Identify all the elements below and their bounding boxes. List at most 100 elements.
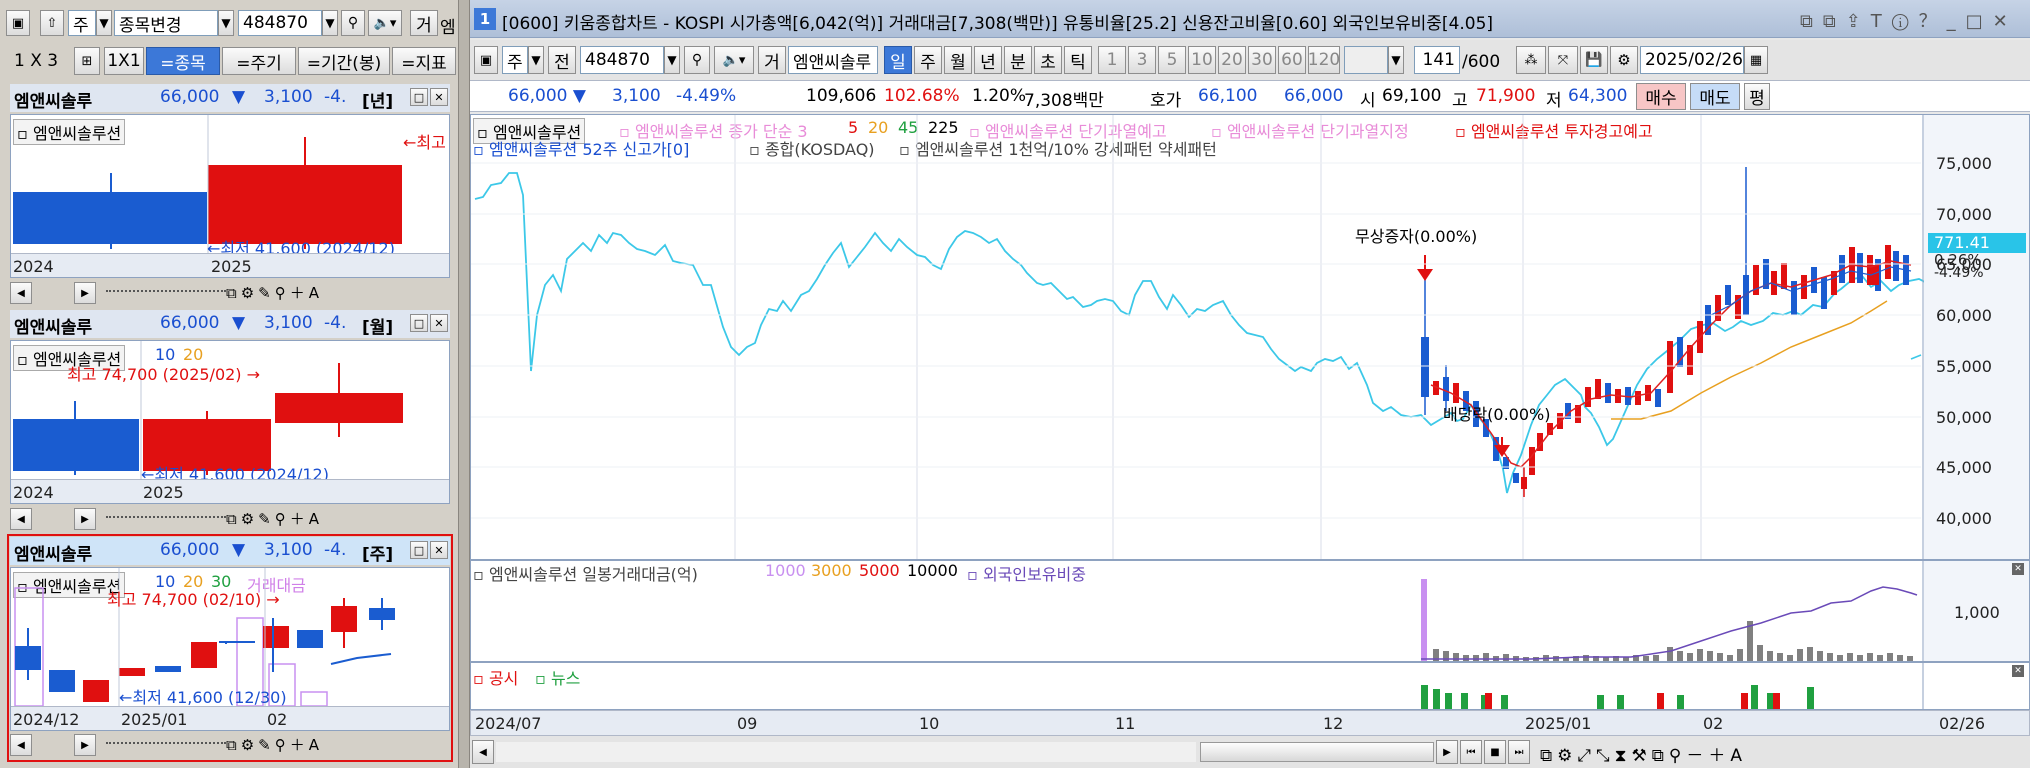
scroll-left-icon[interactable]: ◀: [10, 282, 32, 304]
period-sync-button[interactable]: =주기: [222, 47, 296, 75]
period-week-button[interactable]: 주: [914, 46, 942, 74]
interval-button-120[interactable]: 120: [1308, 46, 1340, 74]
prev-button[interactable]: 전: [548, 46, 576, 74]
stock-name-field[interactable]: 엠앤씨솔루: [788, 46, 878, 74]
scroll-left-icon[interactable]: ◀: [10, 734, 32, 756]
panel-monthly-chart[interactable]: ▫ 엠앤씨솔루션 10 20 최고 74,700 (2025/02) → ←최저…: [10, 340, 450, 504]
window-control-icons[interactable]: ⧉⧉⇪Tⓘ？_□✕: [1800, 7, 2018, 33]
panel-monthly-scroll[interactable]: ◀ ▶ ⧉⚙✎⚲＋A: [10, 506, 450, 532]
date-input[interactable]: 2025/02/26: [1640, 46, 1744, 74]
scroll-thumb[interactable]: [1200, 742, 1434, 762]
mode-extra-text: 엠: [440, 18, 456, 38]
speaker-icon[interactable]: 🔈▾: [714, 46, 754, 74]
maximize-icon[interactable]: □: [410, 314, 428, 332]
interval-button-20[interactable]: 20: [1218, 46, 1246, 74]
window-icon-button[interactable]: ▣: [6, 10, 30, 36]
pane-close-icon[interactable]: ✕: [2012, 665, 2024, 677]
code-dropdown-icon[interactable]: ▼: [664, 46, 680, 74]
maximize-icon[interactable]: □: [410, 88, 428, 106]
market-dropdown-icon[interactable]: ▼: [96, 10, 112, 36]
scroll-right-icon[interactable]: ▶: [74, 734, 96, 756]
close-icon[interactable]: ✕: [430, 88, 448, 106]
maximize-icon[interactable]: □: [410, 541, 428, 559]
code-dropdown-icon[interactable]: ▼: [322, 10, 338, 36]
code-input[interactable]: 484870: [580, 46, 664, 74]
sell-button[interactable]: 매도: [1690, 83, 1740, 110]
panel-stock-name: 엠앤씨솔루: [14, 545, 93, 565]
scroll-right-icon[interactable]: ▶: [1436, 740, 1458, 764]
speaker-icon[interactable]: 🔈▾: [368, 10, 402, 36]
crosshair-icon[interactable]: ⤧: [1548, 46, 1578, 74]
market-select[interactable]: 주: [68, 10, 96, 36]
code-input[interactable]: 484870: [238, 10, 322, 36]
zoom-slider[interactable]: [106, 516, 226, 522]
panel-pct: -4.: [324, 313, 347, 333]
tool-icons[interactable]: ⧉⚙✎⚲＋A: [226, 508, 323, 529]
code-change-dropdown-icon[interactable]: ▼: [218, 10, 234, 36]
chart-tool-icons[interactable]: ⧉⚙⤢⤡⧗⚒⧉⚲－＋A: [1540, 741, 1747, 766]
bar-count-input[interactable]: 141: [1414, 46, 1460, 74]
period-year-button[interactable]: 년: [974, 46, 1002, 74]
scroll-right-icon[interactable]: ▶: [74, 508, 96, 530]
flat-button[interactable]: 평: [1744, 83, 1770, 110]
price-down-icon: ▼: [232, 313, 246, 333]
calendar-icon[interactable]: ▦: [1744, 46, 1768, 74]
play-forward-icon[interactable]: ⏭: [1508, 740, 1530, 764]
pane-close-icon[interactable]: ✕: [2012, 563, 2024, 575]
search-icon[interactable]: ⚲: [341, 10, 365, 36]
overlay-icon[interactable]: ⁂: [1516, 46, 1546, 74]
stock-sync-button[interactable]: =종목: [146, 47, 220, 75]
code-change-select[interactable]: 종목변경: [114, 10, 218, 36]
pin-icon-button[interactable]: ⇧: [40, 10, 64, 36]
price-chart[interactable]: ▫ 엠앤씨솔루션 ▫ 엠앤씨솔루션 종가 단순 3 5 20 45 225 ▫ …: [470, 114, 2030, 560]
period-month-button[interactable]: 월: [944, 46, 972, 74]
interval-button-10[interactable]: 10: [1188, 46, 1216, 74]
mode-button[interactable]: 거: [758, 46, 786, 74]
volume-chart[interactable]: ▫ 엠앤씨솔루션 일봉거래대금(억) 1000 3000 5000 10000 …: [470, 560, 2030, 662]
panel-yearly-chart[interactable]: ▫ 엠앤씨솔루션 ←최고 ←최저 41,600 (2024/12) 2024 2…: [10, 114, 450, 278]
window-icon-button[interactable]: ▣: [474, 46, 498, 74]
scroll-right-icon[interactable]: ▶: [74, 282, 96, 304]
close-icon[interactable]: ✕: [430, 314, 448, 332]
interval-custom-select[interactable]: [1344, 46, 1388, 74]
zoom-slider[interactable]: [106, 290, 226, 296]
pane-divider[interactable]: [458, 0, 470, 768]
main-scroll-bar[interactable]: ◀ ▶ ⏮ ■ ⏭ ⧉⚙⤢⤡⧗⚒⧉⚲－＋A: [470, 736, 2030, 768]
scroll-left-icon[interactable]: ◀: [10, 508, 32, 530]
search-icon[interactable]: ⚲: [684, 46, 710, 74]
panel-weekly-chart[interactable]: ▫ 엠앤씨솔루션 10 20 30 거래대금 최고 74,700 (02/10)…: [10, 567, 450, 731]
buy-button[interactable]: 매수: [1636, 83, 1686, 110]
indicator-sync-button[interactable]: =지표: [392, 47, 456, 75]
mode-button[interactable]: 거: [410, 10, 438, 36]
interval-button-1[interactable]: 1: [1098, 46, 1126, 74]
panel-change: 3,100: [264, 87, 313, 107]
panel-yearly-scroll[interactable]: ◀ ▶ ⧉⚙✎⚲＋A: [10, 280, 450, 306]
zoom-slider[interactable]: [106, 742, 226, 748]
stop-icon[interactable]: ■: [1484, 740, 1506, 764]
gear-icon[interactable]: ⚙: [1610, 46, 1638, 74]
market-dropdown-icon[interactable]: ▼: [528, 46, 544, 74]
range-sync-button[interactable]: =기간(봉): [298, 47, 390, 75]
close-icon[interactable]: ✕: [430, 541, 448, 559]
interval-button-30[interactable]: 30: [1248, 46, 1276, 74]
interval-button-3[interactable]: 3: [1128, 46, 1156, 74]
tool-icons[interactable]: ⧉⚙✎⚲＋A: [226, 282, 323, 303]
period-second-button[interactable]: 초: [1034, 46, 1062, 74]
period-day-button[interactable]: 일: [884, 46, 912, 74]
market-select[interactable]: 주: [502, 46, 528, 74]
panel-weekly-scroll[interactable]: ◀ ▶ ⧉⚙✎⚲＋A: [10, 732, 450, 758]
interval-button-60[interactable]: 60: [1278, 46, 1306, 74]
play-back-icon[interactable]: ⏮: [1460, 740, 1482, 764]
scroll-track[interactable]: [496, 742, 1196, 762]
volume-svg: [1421, 561, 1924, 661]
tool-icons[interactable]: ⧉⚙✎⚲＋A: [226, 734, 323, 755]
period-minute-button[interactable]: 분: [1004, 46, 1032, 74]
save-icon[interactable]: 💾: [1580, 46, 1608, 74]
interval-button-5[interactable]: 5: [1158, 46, 1186, 74]
interval-dropdown-icon[interactable]: ▼: [1388, 46, 1404, 74]
grid-icon[interactable]: ⊞: [74, 47, 100, 75]
scroll-left-icon[interactable]: ◀: [472, 740, 494, 764]
news-chart[interactable]: ▫ 공시 ▫ 뉴스 ✕: [470, 662, 2030, 710]
period-tick-button[interactable]: 틱: [1064, 46, 1092, 74]
one-by-one-button[interactable]: 1X1: [104, 47, 144, 75]
